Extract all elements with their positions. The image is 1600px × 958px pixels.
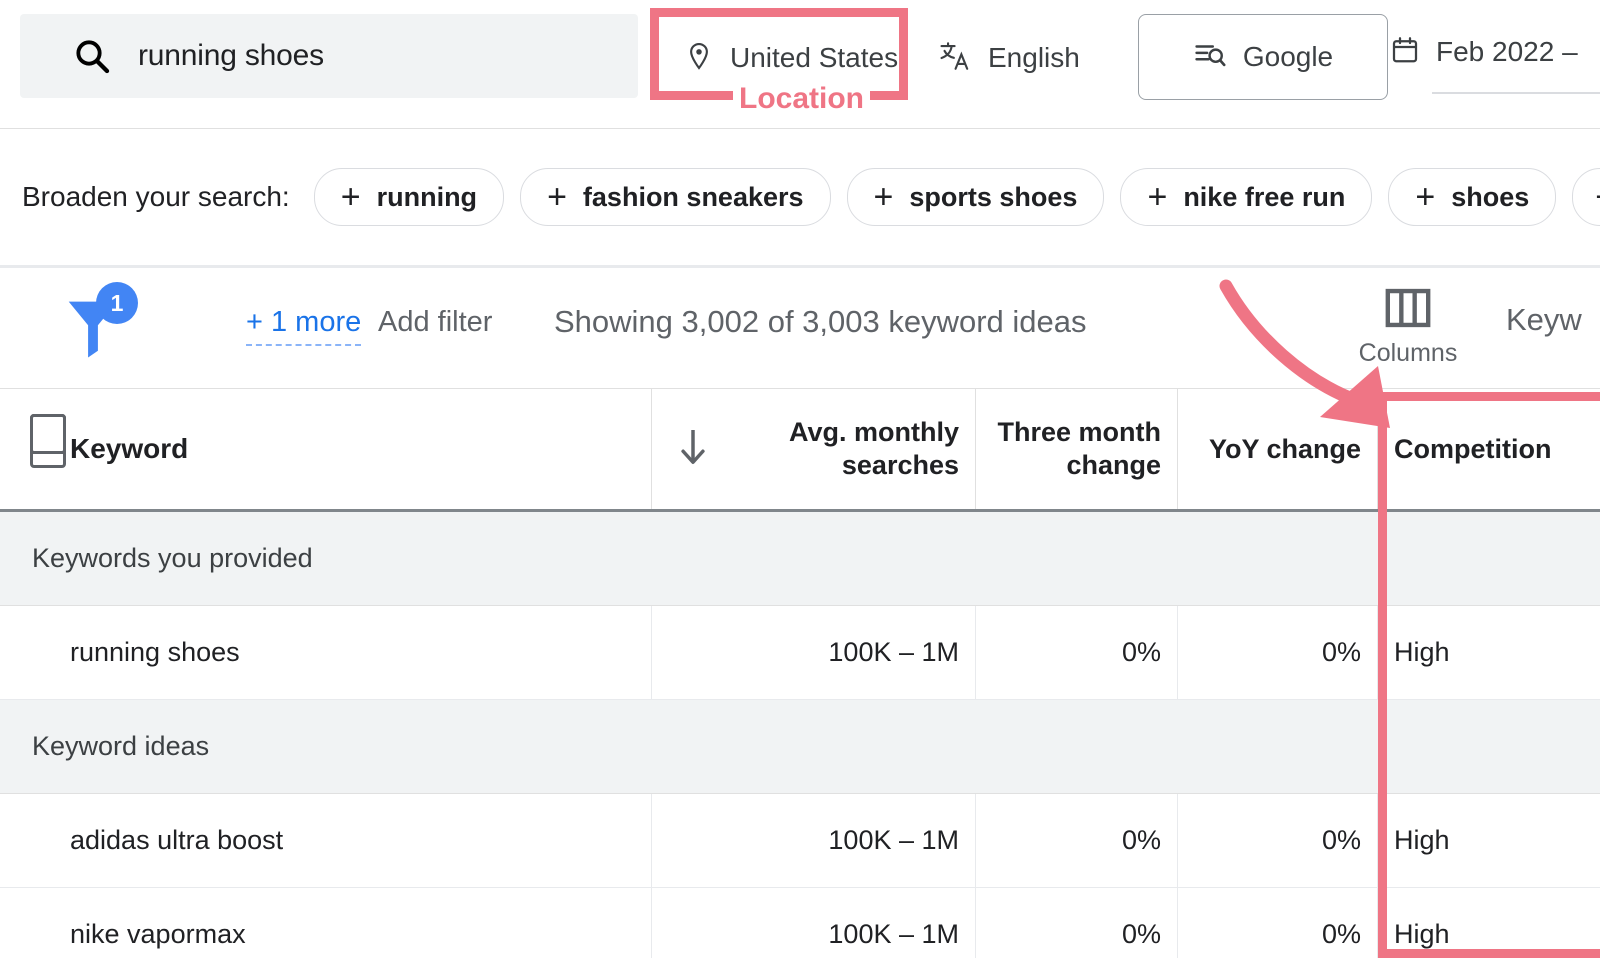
cell-three-month-change: 0% (976, 606, 1178, 699)
add-filter-button[interactable]: Add filter (378, 306, 492, 339)
group-header-label: Keywords you provided (32, 543, 313, 573)
filter-count-badge: 1 (96, 282, 138, 324)
cell-avg-monthly-searches: 100K – 1M (652, 606, 976, 699)
plus-icon: + (873, 178, 894, 216)
chip-label: nike free run (1183, 181, 1346, 212)
cell-competition: High (1394, 637, 1450, 667)
cell-avg-monthly-searches: 100K – 1M (652, 794, 976, 887)
column-header-ams-line2: searches (841, 450, 959, 480)
column-header-keyword[interactable]: Keyword (0, 389, 652, 509)
cell-keyword-text: running shoes (70, 637, 240, 667)
cell-three-month-change: 0% (976, 888, 1178, 958)
columns-button[interactable]: Columns (1352, 288, 1464, 368)
column-header-competition-label: Competition (1394, 433, 1552, 464)
broaden-chip-nike-free-run[interactable]: + nike free run (1120, 168, 1373, 226)
cell-keyword[interactable]: nike vapormax (0, 414, 652, 958)
table-row[interactable]: running shoes 100K – 1M 0% 0% High (0, 414, 1600, 700)
results-count-text: Showing 3,002 of 3,003 keyword ideas (554, 304, 1087, 339)
table-row[interactable]: nike vapormax 100K – 1M 0% 0% High (0, 414, 1600, 958)
broaden-chip-overflow[interactable]: + (1572, 168, 1600, 226)
sort-descending-arrow-icon (676, 425, 710, 474)
search-input-value: running shoes (138, 39, 324, 72)
broaden-search-bar: Broaden your search: + running + fashion… (0, 129, 1600, 268)
plus-icon: + (340, 178, 361, 216)
filter-toolbar: 1 + 1 more Add filter Showing 3,002 of 3… (0, 268, 1600, 388)
language-selector[interactable]: English (938, 30, 1080, 86)
columns-button-label: Columns (1358, 339, 1458, 367)
chip-label: shoes (1451, 181, 1530, 212)
group-header-label: Keyword ideas (32, 731, 210, 761)
column-header-three-month-change[interactable]: Three month change (976, 389, 1178, 509)
date-range-label: Feb 2022 – (1436, 36, 1578, 67)
keyword-view-label[interactable]: Keyw (1506, 302, 1582, 338)
search-icon (72, 36, 112, 76)
search-network-icon (1193, 38, 1227, 77)
broaden-chip-list: + running + fashion sneakers + sports sh… (313, 168, 1600, 226)
column-header-yoy-label: YoY change (1208, 433, 1361, 464)
broaden-chip-fashion-sneakers[interactable]: + fashion sneakers (520, 168, 831, 226)
column-header-tmc-line2: change (1066, 450, 1161, 480)
cell-keyword[interactable]: running shoes (0, 414, 652, 699)
date-range-underline (1432, 92, 1600, 94)
language-label: English (988, 42, 1080, 73)
column-header-yoy-change[interactable]: YoY change (1178, 389, 1378, 509)
group-header-keywords-you-provided: Keywords you provided (0, 512, 1600, 606)
translate-icon (938, 39, 972, 78)
broaden-chip-shoes[interactable]: + shoes (1388, 168, 1557, 226)
cell-competition: High (1394, 825, 1450, 855)
cell-keyword-text: adidas ultra boost (70, 825, 284, 855)
plus-icon: + (547, 178, 567, 216)
cell-yoy-change: 0% (1178, 794, 1378, 887)
plus-icon: + (1147, 178, 1168, 216)
plus-icon: + (1415, 178, 1436, 216)
cell-competition: High (1394, 919, 1450, 949)
location-selector[interactable]: United States (684, 30, 898, 86)
group-header-keyword-ideas: Keyword ideas (0, 700, 1600, 794)
network-label: Google (1242, 41, 1334, 72)
keyword-ideas-table: Keyword Avg. monthly searches Three mont… (0, 388, 1600, 958)
cell-keyword[interactable]: adidas ultra boost (0, 414, 652, 887)
column-header-avg-monthly-searches[interactable]: Avg. monthly searches (652, 389, 976, 509)
table-header-row: Keyword Avg. monthly searches Three mont… (0, 388, 1600, 512)
chip-label: fashion sneakers (582, 181, 804, 212)
top-toolbar: running shoes United States English Goog… (0, 0, 1600, 129)
broaden-chip-sports-shoes[interactable]: + sports shoes (846, 168, 1105, 226)
calendar-icon (1390, 35, 1420, 70)
chip-label: running (376, 181, 478, 212)
location-pin-icon (684, 41, 714, 76)
search-input[interactable]: running shoes (20, 14, 638, 98)
row-checkbox[interactable] (30, 414, 66, 454)
column-header-keyword-label: Keyword (70, 433, 189, 464)
cell-avg-monthly-searches: 100K – 1M (652, 888, 976, 958)
cell-yoy-change: 0% (1178, 888, 1378, 958)
column-header-competition[interactable]: Competition (1378, 389, 1600, 509)
table-row[interactable]: adidas ultra boost 100K – 1M 0% 0% High (0, 414, 1600, 888)
keyword-planner-screen: running shoes United States English Goog… (0, 0, 1600, 958)
plus-icon: + (1595, 180, 1600, 214)
date-range-selector[interactable]: Feb 2022 – (1390, 24, 1578, 80)
network-selector[interactable]: Google (1138, 14, 1388, 100)
location-label: United States (730, 42, 899, 73)
cell-keyword-text: nike vapormax (70, 919, 246, 949)
broaden-chip-running[interactable]: + running (313, 168, 505, 226)
columns-icon (1385, 288, 1431, 333)
cell-yoy-change: 0% (1178, 606, 1378, 699)
cell-three-month-change: 0% (976, 794, 1178, 887)
chip-label: sports shoes (909, 181, 1078, 212)
column-header-ams-line1: Avg. monthly (788, 417, 959, 448)
broaden-label: Broaden your search: (22, 181, 290, 212)
column-header-tmc-line1: Three month (997, 417, 1161, 448)
more-filters-link[interactable]: + 1 more (246, 306, 362, 346)
